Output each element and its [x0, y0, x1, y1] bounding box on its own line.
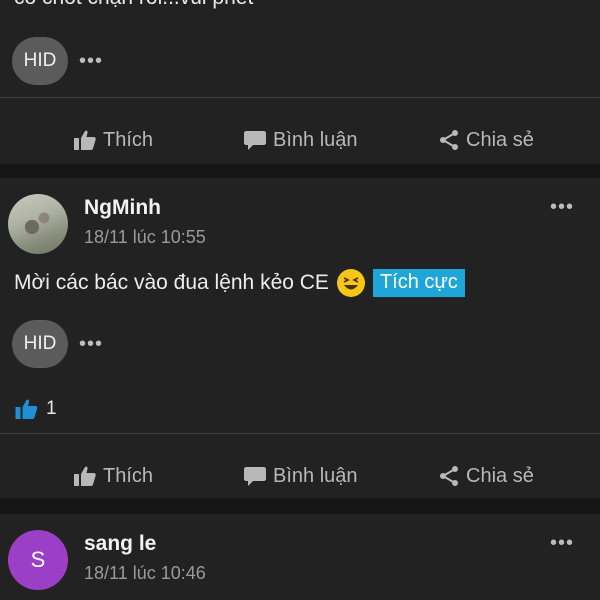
action-bar: Thích Bình luận Chia sẻ	[0, 454, 600, 498]
comment-label: Bình luận	[273, 464, 358, 487]
share-button[interactable]: Chia sẻ	[438, 118, 534, 162]
laughing-emoji-icon	[336, 269, 365, 297]
comment-label: Bình luận	[273, 128, 358, 151]
comment-icon	[244, 467, 266, 486]
post-card: S sang le 18/11 lúc 10:46 •••	[0, 514, 600, 600]
sentiment-badge: Tích cực	[372, 269, 465, 297]
username[interactable]: NgMinh	[84, 196, 161, 220]
like-button[interactable]: Thích	[73, 454, 153, 498]
post-text: có chốt chặn rồi...vui phết	[14, 0, 253, 10]
avatar[interactable]: S	[8, 530, 68, 590]
share-label: Chia sẻ	[466, 464, 534, 487]
avatar[interactable]	[8, 194, 68, 254]
divider	[0, 433, 600, 434]
comment-button[interactable]: Bình luận	[243, 118, 358, 162]
like-label: Thích	[103, 464, 154, 487]
like-count: 1	[46, 398, 57, 419]
thumbs-up-icon	[74, 466, 96, 486]
like-button[interactable]: Thích	[73, 118, 153, 162]
post-card: NgMinh 18/11 lúc 10:55 ••• Mời các bác v…	[0, 178, 600, 498]
post-card: có chốt chặn rồi...vui phết HID ••• Thíc…	[0, 0, 600, 164]
action-bar: Thích Bình luận Chia sẻ	[0, 118, 600, 162]
timestamp: 18/11 lúc 10:55	[84, 227, 206, 247]
share-label: Chia sẻ	[466, 128, 534, 151]
like-summary[interactable]: 1	[14, 398, 57, 420]
more-options-icon[interactable]: •••	[550, 197, 574, 217]
reaction-chip[interactable]: HID	[12, 37, 68, 85]
share-icon	[440, 130, 458, 150]
like-label: Thích	[103, 128, 154, 151]
reaction-chip[interactable]: HID	[12, 320, 68, 368]
share-icon	[440, 466, 458, 486]
more-options-icon[interactable]: •••	[79, 51, 103, 71]
comment-icon	[244, 131, 266, 150]
post-text-row: Mời các bác vào đua lệnh kẻo CE Tích cực	[14, 269, 465, 297]
more-options-icon[interactable]: •••	[550, 533, 574, 553]
divider	[0, 97, 600, 98]
more-options-icon[interactable]: •••	[79, 334, 103, 354]
share-button[interactable]: Chia sẻ	[438, 454, 534, 498]
thumbs-up-blue-icon	[15, 399, 38, 419]
thumbs-up-icon	[74, 130, 96, 150]
comment-button[interactable]: Bình luận	[243, 454, 358, 498]
username[interactable]: sang le	[84, 532, 156, 556]
post-text: Mời các bác vào đua lệnh kẻo CE	[14, 271, 329, 294]
timestamp: 18/11 lúc 10:46	[84, 563, 206, 583]
